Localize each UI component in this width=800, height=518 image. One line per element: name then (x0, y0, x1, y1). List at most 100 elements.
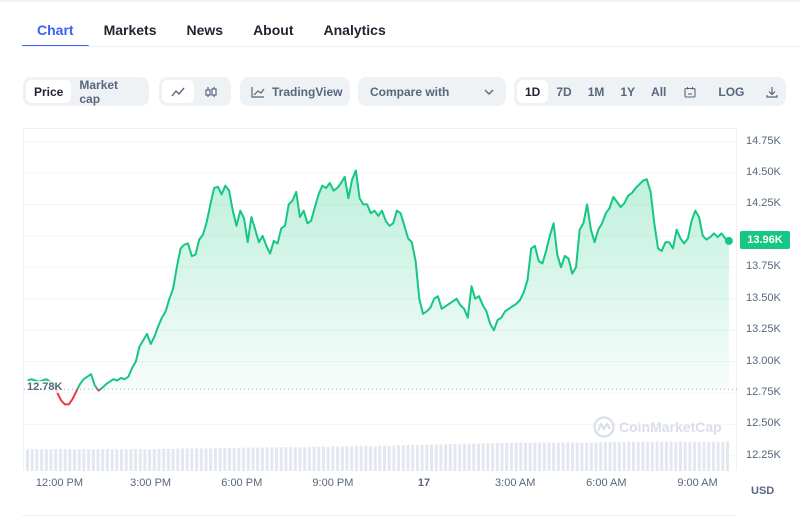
compare-with-label: Compare with (370, 84, 450, 99)
tabs-divider (22, 46, 800, 47)
top-divider (0, 0, 800, 2)
range-1d[interactable]: 1D (517, 80, 549, 103)
log-scale-toggle[interactable]: LOG (710, 80, 752, 103)
current-price-dot (724, 236, 733, 245)
y-tick-label: 13.00K (746, 354, 781, 367)
volume-bar (552, 442, 556, 471)
volume-bar (307, 447, 311, 471)
range-1y[interactable]: 1Y (612, 80, 643, 103)
volume-bar (350, 446, 354, 471)
line-chart-icon (171, 87, 185, 96)
price-area-fill (27, 170, 729, 390)
volume-bar (49, 449, 53, 471)
volume-bar (162, 448, 166, 471)
y-tick-label: 14.25K (746, 197, 781, 210)
range-1m[interactable]: 1M (580, 80, 613, 103)
tab-news[interactable]: News (171, 14, 238, 46)
volume-bar (726, 441, 729, 471)
tab-about[interactable]: About (238, 14, 308, 46)
candlestick-button[interactable] (194, 80, 228, 103)
volume-bar (613, 442, 617, 471)
volume-bar (632, 441, 635, 471)
volume-bar (627, 441, 631, 471)
volume-bar (453, 444, 457, 471)
volume-bar (204, 448, 208, 471)
tab-chart[interactable]: Chart (22, 14, 89, 47)
volume-bar (209, 448, 213, 471)
volume-bar (190, 448, 194, 471)
tab-analytics[interactable]: Analytics (309, 14, 401, 46)
watermark-text: CoinMarketCap (619, 419, 722, 435)
volume-bar (96, 449, 100, 471)
line-chart-button[interactable] (162, 80, 194, 103)
volume-bar (256, 447, 260, 471)
volume-bar (491, 442, 495, 471)
volume-bar (683, 441, 687, 471)
market-cap-toggle[interactable]: Market cap (71, 78, 146, 106)
volume-bar (439, 444, 443, 471)
volume-bar (58, 449, 62, 471)
calendar-button[interactable] (674, 80, 706, 103)
volume-bar (519, 442, 523, 471)
volume-bar (185, 448, 189, 471)
volume-bar (340, 446, 344, 471)
volume-bar (387, 445, 391, 471)
volume-bar (87, 449, 91, 471)
y-tick-label: 13.25K (746, 323, 781, 336)
volume-bar (650, 441, 654, 471)
volume-bar (622, 442, 626, 471)
volume-bar (63, 449, 67, 471)
range-all[interactable]: All (643, 80, 674, 103)
volume-bar (721, 441, 725, 471)
volume-bar (105, 449, 109, 471)
volume-bar (101, 449, 105, 471)
chart-style-toggle (159, 77, 231, 106)
volume-bar (505, 442, 509, 471)
volume-bar (134, 449, 138, 471)
volume-bar (373, 446, 377, 471)
volume-bar (434, 444, 438, 471)
volume-bar (641, 441, 645, 471)
y-tick-label: 14.75K (746, 134, 781, 147)
download-button[interactable] (756, 80, 788, 103)
volume-bar (369, 446, 372, 471)
volume-bar (312, 446, 316, 471)
y-tick-label: 14.50K (746, 166, 781, 178)
volume-bar (415, 444, 419, 471)
compare-with-dropdown[interactable]: Compare with (358, 77, 506, 106)
volume-bar (514, 442, 518, 471)
volume-bar (44, 449, 48, 471)
volume-bar (354, 446, 358, 471)
volume-bar (303, 447, 307, 471)
volume-bar (120, 449, 123, 471)
bottom-divider (22, 515, 736, 516)
volume-bar (298, 447, 302, 471)
range-7d[interactable]: 7D (548, 80, 579, 103)
tab-markets[interactable]: Markets (89, 14, 172, 46)
volume-bar (232, 448, 236, 471)
volume-bar (265, 447, 269, 471)
volume-bar (242, 447, 246, 471)
x-tick-label: 17 (417, 477, 431, 489)
chevron-down-icon (484, 89, 494, 95)
volume-bar (218, 448, 222, 471)
x-tick-label: 9:00 AM (677, 477, 718, 489)
volume-bar (378, 445, 382, 471)
volume-bar (646, 441, 650, 471)
volume-bar (392, 445, 396, 471)
y-tick-label: 12.50K (746, 417, 781, 430)
volume-bar (664, 441, 668, 471)
volume-bar (448, 444, 452, 471)
volume-bar (152, 449, 156, 471)
volume-bar (143, 449, 147, 471)
volume-bar (660, 441, 664, 471)
volume-bar (688, 441, 692, 471)
volume-bar (707, 441, 711, 471)
volume-bar (693, 441, 697, 471)
price-toggle[interactable]: Price (26, 80, 72, 103)
tradingview-button[interactable]: TradingView (240, 77, 350, 106)
volume-bar (458, 444, 462, 471)
volume-bar (608, 442, 612, 471)
tradingview-label: TradingView (272, 84, 343, 99)
coinmarketcap-logo-icon (593, 416, 615, 438)
